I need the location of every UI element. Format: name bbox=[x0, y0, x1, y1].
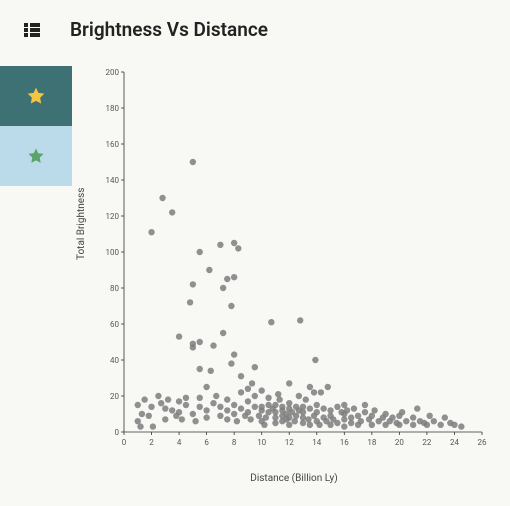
sidebar bbox=[0, 66, 72, 186]
svg-text:2: 2 bbox=[149, 438, 154, 447]
svg-text:26: 26 bbox=[478, 438, 487, 447]
svg-text:22: 22 bbox=[422, 438, 431, 447]
star-icon bbox=[27, 147, 45, 165]
swatch-star-dark[interactable] bbox=[0, 66, 72, 126]
svg-text:6: 6 bbox=[204, 438, 209, 447]
svg-text:160: 160 bbox=[106, 140, 120, 149]
svg-text:10: 10 bbox=[257, 438, 266, 447]
x-axis-title: Distance (Billion Ly) bbox=[88, 473, 500, 484]
swatch-star-light[interactable] bbox=[0, 126, 72, 186]
star-icon bbox=[26, 86, 46, 106]
svg-text:120: 120 bbox=[106, 212, 120, 221]
view-list-icon[interactable] bbox=[24, 23, 42, 37]
svg-text:0: 0 bbox=[115, 428, 120, 437]
scatter-plot: 0204060801001201401601802000246810121416… bbox=[96, 68, 492, 468]
svg-text:40: 40 bbox=[110, 356, 119, 365]
svg-text:16: 16 bbox=[340, 438, 349, 447]
y-axis-title: Total Brightness bbox=[76, 188, 87, 260]
svg-text:24: 24 bbox=[450, 438, 459, 447]
svg-text:60: 60 bbox=[110, 320, 119, 329]
svg-text:4: 4 bbox=[177, 438, 182, 447]
svg-text:14: 14 bbox=[312, 438, 321, 447]
page-title: Brightness Vs Distance bbox=[70, 18, 268, 41]
svg-text:80: 80 bbox=[110, 284, 119, 293]
header: Brightness Vs Distance bbox=[0, 0, 510, 51]
svg-text:18: 18 bbox=[367, 438, 376, 447]
chart-container: Total Brightness Distance (Billion Ly) 0… bbox=[88, 60, 500, 490]
svg-text:12: 12 bbox=[285, 438, 294, 447]
svg-text:200: 200 bbox=[106, 68, 120, 77]
svg-text:20: 20 bbox=[395, 438, 404, 447]
svg-text:0: 0 bbox=[122, 438, 127, 447]
svg-text:140: 140 bbox=[106, 176, 120, 185]
svg-text:8: 8 bbox=[232, 438, 237, 447]
svg-text:180: 180 bbox=[106, 104, 120, 113]
svg-text:20: 20 bbox=[110, 392, 119, 401]
svg-text:100: 100 bbox=[106, 248, 120, 257]
